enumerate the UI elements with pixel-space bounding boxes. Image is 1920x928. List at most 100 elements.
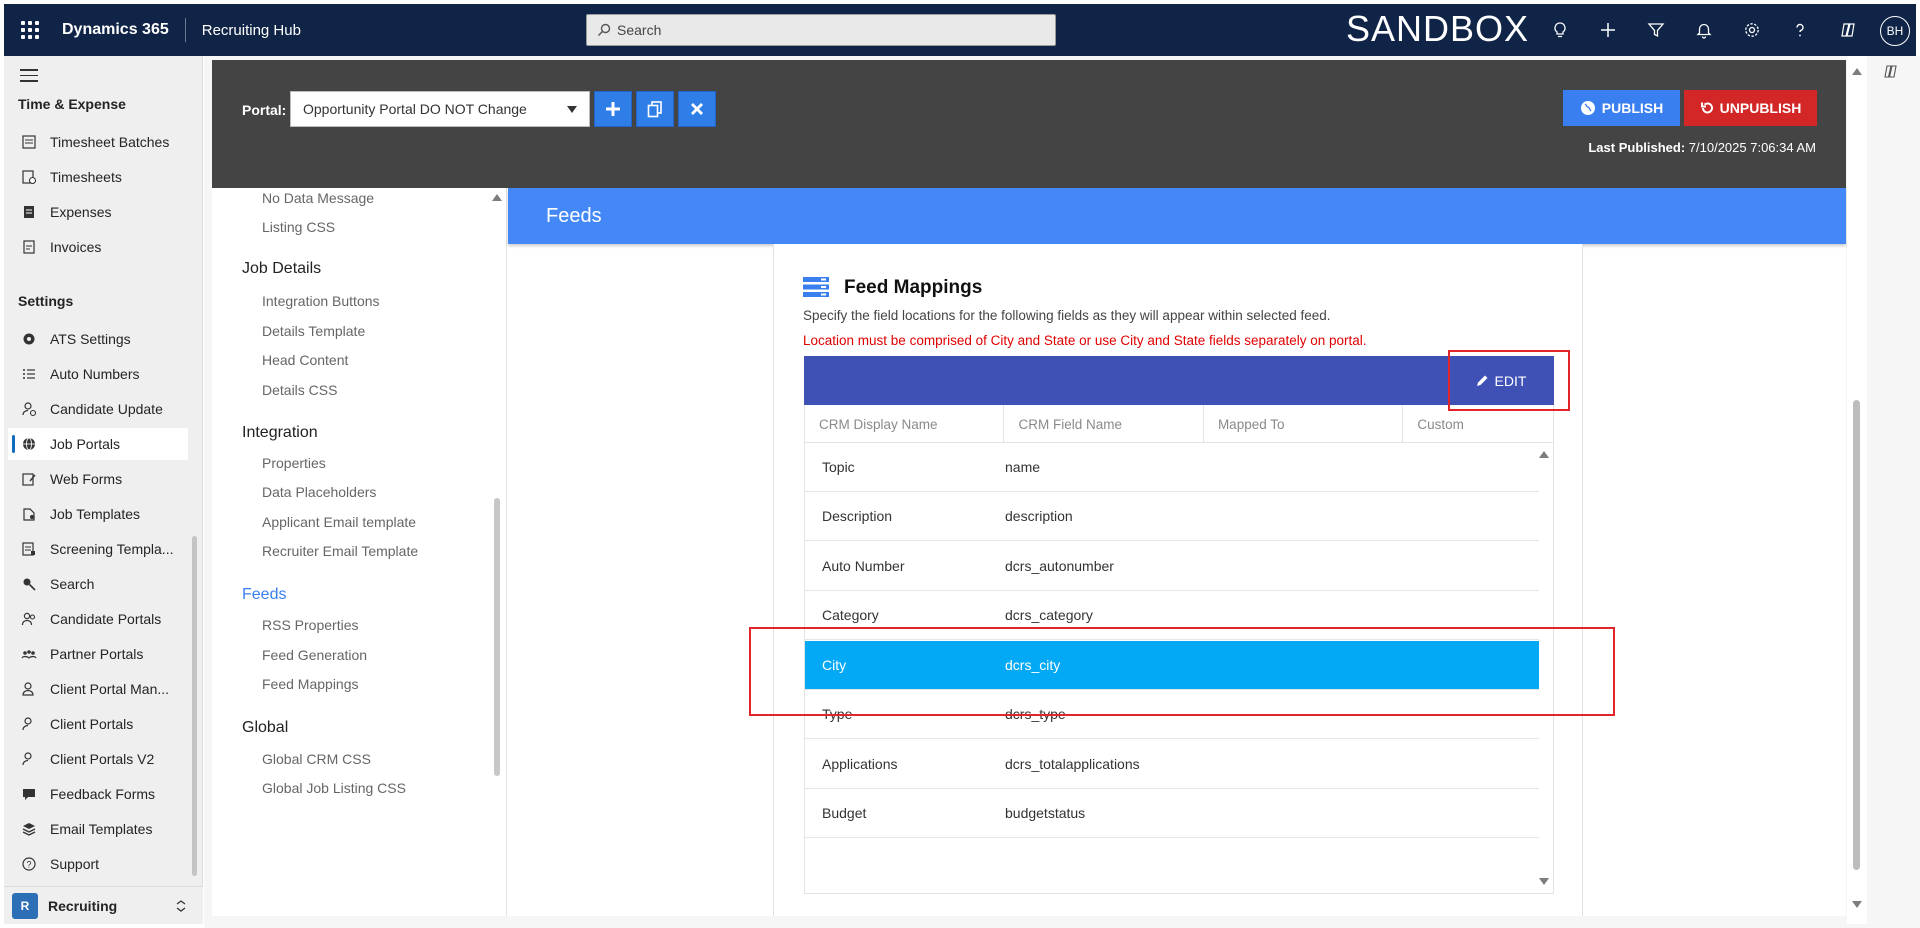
- nav-item-client-portals[interactable]: Client Portals: [8, 708, 188, 740]
- nav-item-job-templates[interactable]: Job Templates: [8, 498, 188, 530]
- subnav-recruiter-email-template[interactable]: Recruiter Email Template: [262, 543, 418, 559]
- subnav-head-feeds[interactable]: Feeds: [242, 586, 286, 604]
- table-row[interactable]: Budget budgetstatus: [805, 789, 1539, 838]
- scroll-up-arrow-icon[interactable]: [492, 194, 502, 201]
- subnav-global-job-listing-css[interactable]: Global Job Listing CSS: [262, 780, 406, 796]
- delete-portal-button[interactable]: [678, 91, 716, 127]
- client-manage-icon: [20, 680, 38, 698]
- column-header-crm-field-name[interactable]: CRM Field Name: [1004, 405, 1204, 443]
- nav-item-web-forms[interactable]: Web Forms: [8, 463, 188, 495]
- scroll-down-arrow-icon[interactable]: [1852, 901, 1862, 908]
- subnav-listing-css[interactable]: Listing CSS: [262, 219, 335, 235]
- nav-scrollbar[interactable]: [192, 536, 197, 876]
- nav-item-candidate-portals[interactable]: Candidate Portals: [8, 603, 188, 635]
- subnav-data-placeholders[interactable]: Data Placeholders: [262, 484, 376, 500]
- nav-item-feedback-forms[interactable]: Feedback Forms: [8, 778, 188, 810]
- app-launcher-icon[interactable]: [18, 18, 42, 42]
- card-subtitle: Specify the field locations for the foll…: [803, 308, 1331, 323]
- subnav-details-css[interactable]: Details CSS: [262, 382, 337, 398]
- copilot-side-icon[interactable]: [1883, 64, 1899, 83]
- nav-item-partner-portals[interactable]: Partner Portals: [8, 638, 188, 670]
- nav-item-candidate-update[interactable]: Candidate Update: [8, 393, 188, 425]
- filter-icon[interactable]: [1644, 18, 1668, 42]
- publish-button[interactable]: PUBLISH: [1563, 90, 1680, 126]
- grid-scroll-down-icon[interactable]: [1539, 878, 1549, 885]
- cell-field-name: dcrs_totalapplications: [1005, 756, 1140, 772]
- subnav-properties[interactable]: Properties: [262, 455, 326, 471]
- subnav-no-data-message[interactable]: No Data Message: [262, 190, 374, 206]
- new-plus-icon[interactable]: [1596, 18, 1620, 42]
- column-header-mapped-to[interactable]: Mapped To: [1204, 405, 1404, 443]
- portal-settings-nav: No Data Message Listing CSS Job Details …: [212, 188, 507, 916]
- portal-label: Portal:: [242, 102, 287, 118]
- app-name[interactable]: Recruiting Hub: [202, 22, 301, 39]
- nav-item-timesheets[interactable]: Timesheets: [8, 161, 188, 193]
- nav-label: Client Portals V2: [50, 751, 155, 767]
- notifications-bell-icon[interactable]: [1692, 18, 1716, 42]
- brand-divider: [184, 18, 186, 42]
- subnav-applicant-email-template[interactable]: Applicant Email template: [262, 514, 416, 530]
- nav-item-job-portals[interactable]: Job Portals: [8, 428, 188, 460]
- feeds-content: Feeds Feed Mappings Specify the field lo…: [508, 188, 1846, 916]
- nav-item-auto-numbers[interactable]: Auto Numbers: [8, 358, 188, 390]
- help-icon[interactable]: [1788, 18, 1812, 42]
- add-portal-button[interactable]: [594, 91, 632, 127]
- cell-field-name: description: [1005, 508, 1073, 524]
- area-switcher[interactable]: R Recruiting: [4, 886, 203, 924]
- nav-item-search[interactable]: Search: [8, 568, 188, 600]
- nav-item-invoices[interactable]: Invoices: [8, 231, 188, 263]
- template-icon: [20, 505, 38, 523]
- nav-label: Candidate Portals: [50, 611, 162, 627]
- nav-item-timesheet-batches[interactable]: Timesheet Batches: [8, 126, 188, 158]
- table-row[interactable]: Applications dcrs_totalapplications: [805, 740, 1539, 789]
- table-row[interactable]: Topic name: [805, 443, 1539, 492]
- scroll-up-arrow-icon[interactable]: [1852, 68, 1862, 75]
- subnav-head-content[interactable]: Head Content: [262, 352, 348, 368]
- nav-item-expenses[interactable]: Expenses: [8, 196, 188, 228]
- settings-gear-icon[interactable]: [1740, 18, 1764, 42]
- copilot-icon[interactable]: [1836, 18, 1860, 42]
- nav-item-support[interactable]: ? Support: [8, 848, 188, 880]
- grid-scroll-up-icon[interactable]: [1539, 451, 1549, 458]
- subnav-rss-properties[interactable]: RSS Properties: [262, 617, 358, 633]
- cell-display-name: Description: [822, 508, 893, 524]
- subnav-integration-buttons[interactable]: Integration Buttons: [262, 293, 380, 309]
- user-avatar[interactable]: BH: [1880, 16, 1910, 46]
- nav-item-email-templates[interactable]: Email Templates: [8, 813, 188, 845]
- copy-portal-button[interactable]: [636, 91, 674, 127]
- nav-label: Partner Portals: [50, 646, 144, 662]
- unpublish-button[interactable]: UNPUBLISH: [1684, 90, 1817, 126]
- invoice-icon: [20, 238, 38, 256]
- main-scroll-thumb[interactable]: [1853, 400, 1860, 870]
- column-header-crm-display-name[interactable]: CRM Display Name: [805, 405, 1005, 443]
- people-icon: [20, 610, 38, 628]
- subnav-head-job-details[interactable]: Job Details: [242, 260, 321, 278]
- partner-group-icon: [20, 645, 38, 663]
- subnav-head-global[interactable]: Global: [242, 719, 288, 737]
- hamburger-menu-icon[interactable]: [20, 69, 38, 86]
- subnav-feed-mappings[interactable]: Feed Mappings: [262, 676, 359, 692]
- area-badge: R: [12, 892, 38, 919]
- subnav-head-integration[interactable]: Integration: [242, 424, 318, 442]
- nav-item-client-portal-management[interactable]: Client Portal Man...: [8, 673, 188, 705]
- cell-display-name: Category: [822, 607, 879, 623]
- cell-field-name: name: [1005, 459, 1041, 475]
- table-row[interactable]: Auto Number dcrs_autonumber: [805, 542, 1539, 591]
- main-scrollbar[interactable]: [1847, 56, 1867, 924]
- nav-item-screening-templates[interactable]: Screening Templa...: [8, 533, 188, 565]
- portal-select[interactable]: Opportunity Portal DO NOT Change: [290, 91, 590, 127]
- subnav-details-template[interactable]: Details Template: [262, 323, 365, 339]
- nav-item-client-portals-v2[interactable]: Client Portals V2: [8, 743, 188, 775]
- highlight-box-city-row: [749, 627, 1615, 716]
- brand-name[interactable]: Dynamics 365: [62, 21, 169, 39]
- nav-label: Timesheets: [50, 169, 122, 185]
- subnav-global-crm-css[interactable]: Global CRM CSS: [262, 751, 371, 767]
- nav-item-ats-settings[interactable]: ATS Settings: [8, 323, 188, 355]
- subnav-scrollbar[interactable]: [494, 498, 500, 776]
- lightbulb-icon[interactable]: [1548, 18, 1572, 42]
- global-search-input[interactable]: Search: [586, 14, 1056, 46]
- subnav-feed-generation[interactable]: Feed Generation: [262, 647, 367, 663]
- table-row[interactable]: Description description: [805, 492, 1539, 541]
- nav-label: Support: [50, 856, 100, 872]
- section-banner: Feeds: [508, 188, 1846, 244]
